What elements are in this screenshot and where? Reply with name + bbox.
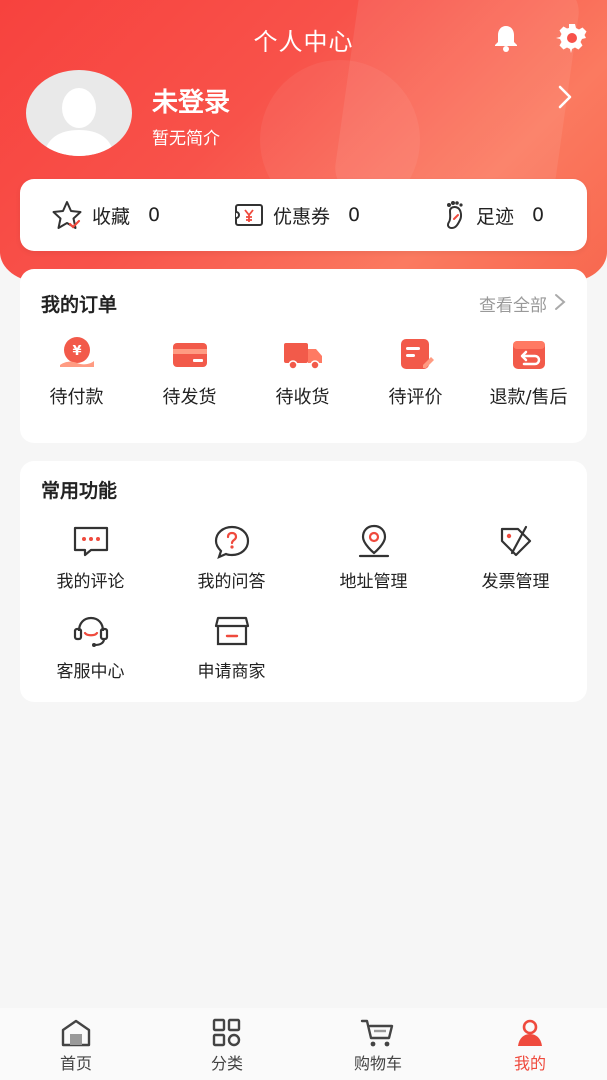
category-icon (212, 1018, 241, 1047)
stats-card: 收藏 0 优惠券 0 足迹 0 (20, 179, 587, 251)
tab-label: 分类 (210, 1054, 243, 1073)
func-my-comments[interactable]: 我的评论 (34, 523, 147, 592)
bottom-tab-bar: 首页 分类 购物车 我的 (0, 1008, 607, 1080)
func-invoice[interactable]: 发票管理 (459, 523, 572, 592)
tab-label: 我的 (513, 1054, 546, 1073)
func-label: 申请商家 (197, 662, 266, 682)
func-label: 地址管理 (339, 572, 408, 592)
order-label: 待付款 (49, 387, 104, 408)
user-name[interactable]: 未登录 (152, 82, 230, 119)
func-customer-service[interactable]: 客服中心 (34, 613, 147, 682)
func-label: 我的评论 (56, 572, 125, 592)
star-icon (52, 201, 82, 229)
chevron-right-icon[interactable] (552, 84, 578, 110)
headset-icon (73, 616, 108, 647)
card-icon (172, 343, 207, 367)
tab-mine[interactable]: 我的 (455, 1018, 605, 1074)
order-label: 退款/售后 (489, 387, 568, 408)
coupon-icon (235, 204, 263, 226)
chevron-right-icon[interactable] (551, 293, 569, 311)
order-pending-review[interactable]: 待评价 (359, 335, 472, 409)
func-address[interactable]: 地址管理 (317, 523, 430, 592)
stat-label: 优惠券 (273, 205, 331, 228)
tab-label: 首页 (59, 1054, 92, 1073)
func-label: 客服中心 (56, 662, 125, 682)
functions-card: 常用功能 我的评论 我的问答 地址管理 发票管理 客服中心 申请商家 (20, 461, 587, 702)
user-icon (518, 1019, 542, 1046)
payment-icon: ¥ (59, 337, 94, 367)
functions-title: 常用功能 (41, 480, 118, 502)
stat-value: 0 (532, 204, 545, 226)
order-label: 待发货 (162, 387, 217, 408)
func-my-qa[interactable]: 我的问答 (175, 523, 288, 592)
order-pending-payment[interactable]: ¥ 待付款 (20, 335, 133, 409)
tab-label: 购物车 (353, 1054, 402, 1073)
orders-card: 我的订单 查看全部 ¥ 待付款 待发货 待收货 待评价 退款/售后 (20, 269, 587, 443)
stat-favorites[interactable]: 收藏 0 (50, 179, 160, 251)
order-label: 待收货 (275, 387, 330, 408)
stat-label: 足迹 (476, 205, 515, 228)
comment-icon (73, 526, 108, 557)
gear-icon[interactable] (556, 22, 588, 54)
store-icon (214, 616, 249, 646)
footprint-icon (447, 201, 463, 230)
bell-icon[interactable] (490, 22, 522, 54)
stat-value: 0 (148, 204, 161, 226)
stat-value: 0 (348, 204, 361, 226)
svg-text:¥: ¥ (72, 344, 81, 359)
order-refund[interactable]: 退款/售后 (472, 335, 585, 409)
location-icon (358, 524, 389, 558)
stat-coupons[interactable]: 优惠券 0 (233, 179, 360, 251)
order-pending-receipt[interactable]: 待收货 (246, 335, 359, 409)
stat-label: 收藏 (92, 205, 131, 228)
cart-icon (360, 1019, 394, 1047)
order-pending-shipment[interactable]: 待发货 (133, 335, 246, 409)
refund-icon (512, 341, 545, 369)
orders-title: 我的订单 (41, 294, 118, 316)
review-icon (400, 339, 434, 369)
invoice-icon (500, 525, 531, 557)
func-label: 我的问答 (197, 572, 266, 592)
home-icon (61, 1019, 91, 1047)
truck-icon (283, 343, 322, 370)
question-icon (214, 525, 249, 559)
user-intro: 暂无简介 (152, 129, 220, 149)
order-label: 待评价 (388, 387, 443, 408)
func-label: 发票管理 (481, 572, 550, 592)
view-all-link[interactable]: 查看全部 (479, 291, 547, 316)
tab-category[interactable]: 分类 (152, 1018, 302, 1074)
stat-footprints[interactable]: 足迹 0 (440, 179, 544, 251)
avatar[interactable] (26, 70, 132, 156)
tab-cart[interactable]: 购物车 (303, 1018, 453, 1074)
tab-home[interactable]: 首页 (1, 1018, 151, 1074)
func-apply-merchant[interactable]: 申请商家 (175, 613, 288, 682)
